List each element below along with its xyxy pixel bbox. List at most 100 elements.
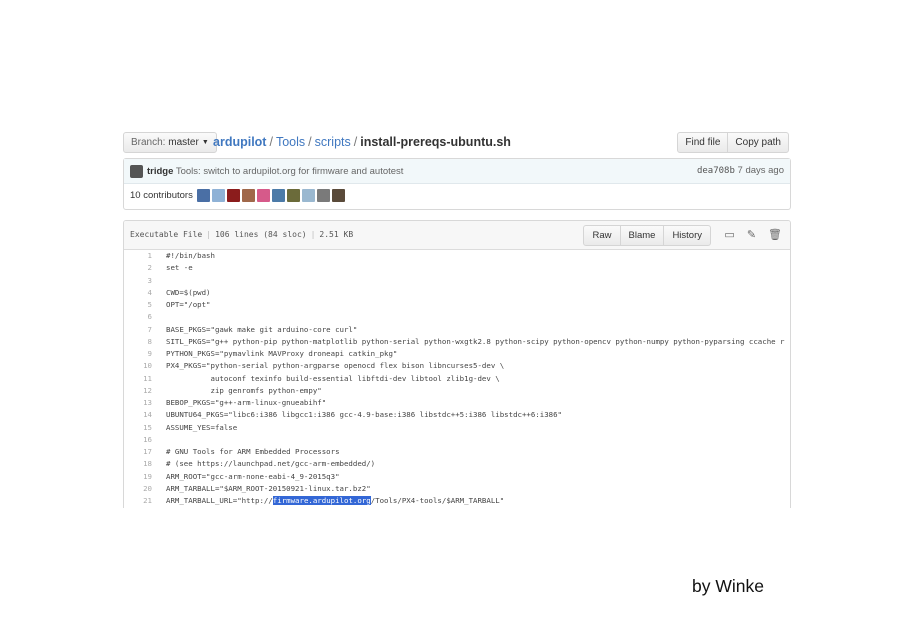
branch-select-button[interactable]: Branch: master ▼ <box>123 132 217 153</box>
latest-commit-row: tridge Tools: switch to ardupilot.org fo… <box>124 159 790 184</box>
code-text: /Tools/PX4-tools/$ARM_TARBALL" <box>370 496 505 505</box>
line-content: PX4_PKGS="python-serial python-argparse … <box>166 361 505 371</box>
copy-path-button[interactable]: Copy path <box>727 133 788 152</box>
contributor-avatar[interactable] <box>227 189 240 202</box>
code-line: 21 ARM_TARBALL_URL="http://firmware.ardup… <box>124 495 790 507</box>
commit-message-link[interactable]: Tools: switch to ardupilot.org for firmw… <box>176 166 404 177</box>
line-number[interactable]: 14 <box>124 409 152 421</box>
github-file-view: Branch: master ▼ ardupilot / Tools / scripts /… <box>123 130 791 508</box>
line-number[interactable]: 15 <box>124 422 152 434</box>
commit-meta: dea708b 7 days ago <box>697 165 784 176</box>
trash-icon[interactable]: 🗑 <box>768 229 782 241</box>
code-line: 2 set -e <box>124 262 790 274</box>
chevron-down-icon: ▼ <box>201 139 209 146</box>
line-number[interactable]: 11 <box>124 373 152 385</box>
file-nav-buttons: Find file Copy path <box>677 132 789 153</box>
line-number[interactable]: 5 <box>124 299 152 311</box>
blame-button[interactable]: Blame <box>619 226 664 245</box>
code-line: 8 SITL_PKGS="g++ python-pip python-matplo… <box>124 336 790 348</box>
line-content: ASSUME_YES=false <box>166 422 238 432</box>
contributor-avatar[interactable] <box>287 189 300 202</box>
file-info: Executable File | 106 lines (84 sloc) | 2.51… <box>130 230 353 239</box>
line-number[interactable]: 4 <box>124 287 152 299</box>
breadcrumb-repo-link[interactable]: ardupilot <box>213 135 266 149</box>
line-content: # (see https://launchpad.net/gcc-arm-emb… <box>166 459 376 469</box>
commit-author-link[interactable]: tridge <box>147 166 173 177</box>
commit-age: 7 days ago <box>737 165 784 176</box>
code-line: 13 BEBOP_PKGS="g++-arm-linux-gnueabihf" <box>124 397 790 409</box>
code-line: 9 PYTHON_PKGS="pymavlink MAVProxy droneap… <box>124 348 790 360</box>
line-content: ARM_TARBALL="$ARM_ROOT-20150921-linux.ta… <box>166 483 371 493</box>
code-line: 10 PX4_PKGS="python-serial python-argpars… <box>124 360 790 372</box>
code-line: 11 autoconf texinfo build-essential libf… <box>124 373 790 385</box>
breadcrumb-separator: / <box>269 135 273 149</box>
pencil-icon[interactable]: ✎ <box>747 229 756 241</box>
contributors-count-link[interactable]: 10 contributors <box>130 190 193 201</box>
breadcrumb-scripts-link[interactable]: scripts <box>315 135 351 149</box>
file-box: Executable File | 106 lines (84 sloc) | 2.51… <box>123 220 791 508</box>
code-line: 18 # (see https://launchpad.net/gcc-arm-e… <box>124 458 790 470</box>
contributor-avatar[interactable] <box>197 189 210 202</box>
find-file-button[interactable]: Find file <box>678 133 727 152</box>
line-number[interactable]: 12 <box>124 385 152 397</box>
breadcrumb-tools-link[interactable]: Tools <box>276 135 305 149</box>
contributor-avatar[interactable] <box>257 189 270 202</box>
line-number[interactable]: 3 <box>124 275 152 287</box>
line-number[interactable]: 20 <box>124 483 152 495</box>
contributor-avatar[interactable] <box>212 189 225 202</box>
selected-text: firmware.ardupilot.org <box>272 496 371 505</box>
breadcrumb-filename: install-prereqs-ubuntu.sh <box>360 135 511 149</box>
line-number[interactable]: 13 <box>124 397 152 409</box>
line-number[interactable]: 8 <box>124 336 152 348</box>
line-content: zip genromfs python-empy" <box>166 385 322 395</box>
code-line: 4 CWD=$(pwd) <box>124 287 790 299</box>
code-line: 16 <box>124 434 790 446</box>
line-number[interactable]: 2 <box>124 262 152 274</box>
line-number[interactable]: 17 <box>124 446 152 458</box>
line-number[interactable]: 18 <box>124 458 152 470</box>
file-info-divider: | <box>206 230 212 239</box>
code-line: 7 BASE_PKGS="gawk make git arduino-core c… <box>124 324 790 336</box>
author-avatar[interactable] <box>130 165 143 178</box>
desktop-icon[interactable]: ▭ <box>724 229 734 241</box>
file-size: 2.51 KB <box>319 230 354 239</box>
line-number[interactable]: 7 <box>124 324 152 336</box>
code-line: 12 zip genromfs python-empy" <box>124 385 790 397</box>
contributor-avatars <box>197 189 345 202</box>
code-line: 17 # GNU Tools for ARM Embedded Processor… <box>124 446 790 458</box>
code-line: 20 ARM_TARBALL="$ARM_ROOT-20150921-linux.… <box>124 483 790 495</box>
code-line: 1 #!/bin/bash <box>124 250 790 262</box>
line-number[interactable]: 6 <box>124 311 152 323</box>
commit-sha-link[interactable]: dea708b <box>697 166 735 176</box>
contributors-row: 10 contributors <box>124 184 790 209</box>
line-number[interactable]: 19 <box>124 471 152 483</box>
breadcrumb-row: Branch: master ▼ ardupilot / Tools / scripts /… <box>123 132 791 154</box>
contributor-avatar[interactable] <box>317 189 330 202</box>
contributor-avatar[interactable] <box>242 189 255 202</box>
line-number[interactable]: 1 <box>124 250 152 262</box>
contributor-avatar[interactable] <box>332 189 345 202</box>
line-number[interactable]: 10 <box>124 360 152 372</box>
line-content: autoconf texinfo build-essential libftdi… <box>166 373 500 383</box>
contributor-avatar[interactable] <box>302 189 315 202</box>
line-content: OPT="/opt" <box>166 300 211 309</box>
code-listing: 1 #!/bin/bash 2 set -e 3 4 CWD=$(pwd) 5 OPT="/op… <box>124 250 790 507</box>
line-content <box>152 434 166 446</box>
commit-summary: tridge Tools: switch to ardupilot.org fo… <box>147 165 403 178</box>
line-content: ARM_TARBALL_URL="http://firmware.ardupil… <box>152 495 504 507</box>
line-number[interactable]: 21 <box>124 495 152 507</box>
line-number[interactable]: 16 <box>124 434 152 446</box>
line-content: ARM_ROOT="gcc-arm-none-eabi-4_9-2015q3" <box>166 471 340 481</box>
line-content: BASE_PKGS="gawk make git arduino-core cu… <box>166 324 358 334</box>
commit-tease: tridge Tools: switch to ardupilot.org fo… <box>123 158 791 210</box>
line-number[interactable]: 9 <box>124 348 152 360</box>
line-content: # GNU Tools for ARM Embedded Processors <box>166 447 340 456</box>
line-content: UBUNTU64_PKGS="libc6:i386 libgcc1:i386 g… <box>166 410 563 420</box>
contributor-avatar[interactable] <box>272 189 285 202</box>
raw-button[interactable]: Raw <box>584 226 619 245</box>
history-button[interactable]: History <box>663 226 710 245</box>
breadcrumb: ardupilot / Tools / scripts / install-prereqs-… <box>213 134 511 151</box>
line-content: #!/bin/bash <box>166 251 215 260</box>
file-actions: Raw Blame History <box>583 225 711 246</box>
code-line: 14 UBUNTU64_PKGS="libc6:i386 libgcc1:i386… <box>124 409 790 421</box>
